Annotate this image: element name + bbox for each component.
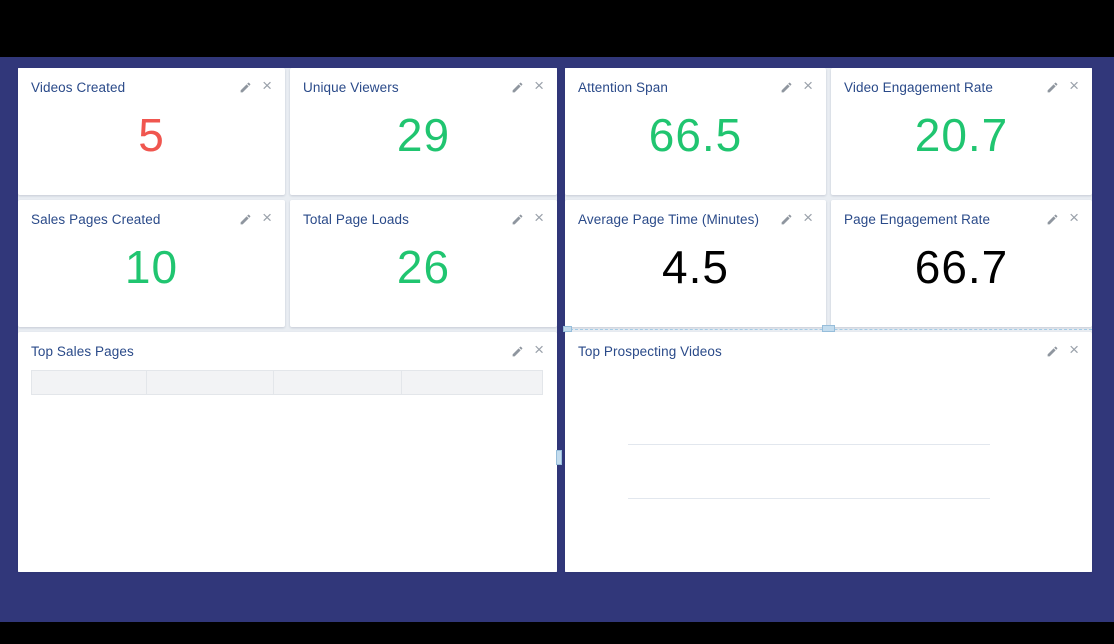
dashboard-right-column: Attention Span × 66.5 Video Engagement R… [565,68,1092,572]
kpi-card-total-page-loads: Total Page Loads × 26 [290,200,557,327]
sales-pages-table [31,370,543,395]
kpi-card-attention-span: Attention Span × 66.5 [565,68,826,195]
panel-title: Top Sales Pages [31,344,134,359]
kpi-value: 4.5 [578,219,813,315]
kpi-value: 26 [303,219,544,315]
kpi-value: 66.7 [844,219,1079,315]
column-header [402,371,543,395]
gridline-400 [628,444,990,445]
column-header [32,371,147,395]
kpi-card-unique-viewers: Unique Viewers × 29 [290,68,557,195]
table-header-row [32,371,543,395]
kpi-value: 5 [31,87,272,183]
resize-handle-top-center[interactable] [822,325,835,332]
kpi-value: 66.5 [578,87,813,183]
kpi-card-videos-created: Videos Created × 5 [18,68,285,195]
kpi-value: 29 [303,87,544,183]
column-header [274,371,402,395]
edit-icon[interactable] [511,345,524,358]
bar-chart-plot-area [628,444,990,552]
dashboard-left-column: Videos Created × 5 Unique Viewers × 29 [18,68,557,572]
kpi-value: 10 [31,219,272,315]
resize-handle-left-middle[interactable] [556,450,562,465]
kpi-value: 20.7 [844,87,1079,183]
dashboard-grid: Videos Created × 5 Unique Viewers × 29 [18,68,1092,572]
top-sales-pages-panel: Top Sales Pages × [18,332,557,572]
close-icon[interactable]: × [1069,341,1079,358]
resize-handle-top-left[interactable] [563,326,572,332]
top-prospecting-videos-panel[interactable]: Top Prospecting Videos × [565,332,1092,572]
kpi-card-average-page-time: Average Page Time (Minutes) × 4.5 [565,200,826,327]
close-icon[interactable]: × [534,341,544,358]
kpi-card-video-engagement-rate: Video Engagement Rate × 20.7 [831,68,1092,195]
edit-icon[interactable] [1046,345,1059,358]
dashboard-background: Videos Created × 5 Unique Viewers × 29 [0,57,1114,622]
gridline-200 [628,498,990,499]
kpi-card-page-engagement-rate: Page Engagement Rate × 66.7 [831,200,1092,327]
kpi-card-sales-pages-created: Sales Pages Created × 10 [18,200,285,327]
panel-title: Top Prospecting Videos [578,344,722,359]
column-header [147,371,274,395]
